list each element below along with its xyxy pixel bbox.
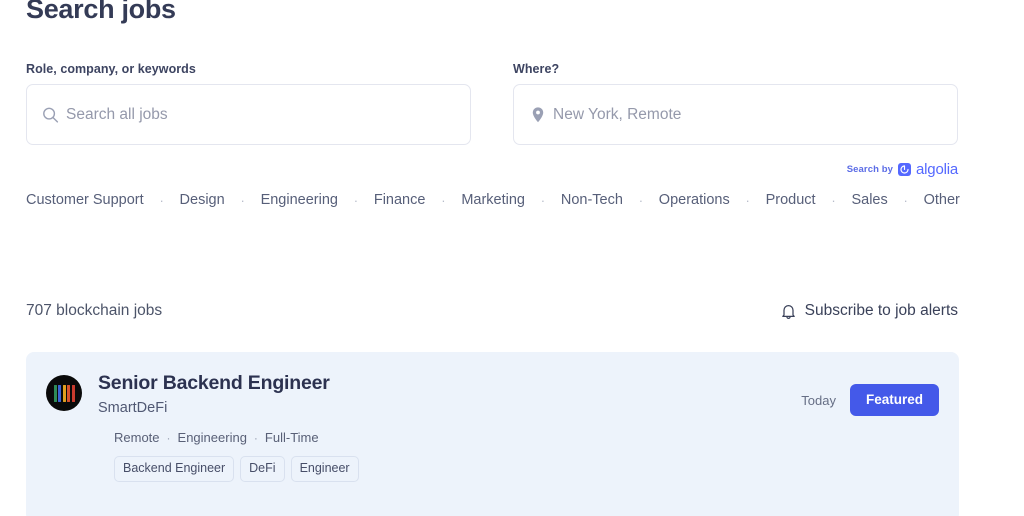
search-icon	[42, 106, 59, 123]
category-link-design[interactable]: Design	[180, 192, 225, 208]
subscribe-to-job-alerts-button[interactable]: Subscribe to job alerts	[781, 302, 958, 320]
job-tag-engineer[interactable]: Engineer	[290, 456, 359, 482]
category-separator: ·	[159, 192, 164, 208]
category-separator: ·	[638, 192, 644, 208]
category-separator: ·	[240, 192, 245, 208]
job-card-title-block: Senior Backend Engineer SmartDeFi	[98, 370, 801, 418]
job-card-actions: Today Featured	[801, 384, 939, 416]
location-field-group: Where?	[513, 62, 958, 145]
job-posted-date: Today	[801, 392, 836, 408]
keyword-field-group: Role, company, or keywords	[26, 62, 471, 145]
job-card-header: Senior Backend Engineer SmartDeFi Today …	[46, 370, 939, 418]
job-meta-row: Remote · Engineering · Full-Time	[114, 430, 939, 445]
category-links: Customer Support · Design · Engineering …	[26, 192, 960, 208]
job-meta-department: Engineering	[177, 430, 247, 445]
subscribe-label: Subscribe to job alerts	[804, 302, 958, 319]
smartdefi-logo-icon	[46, 375, 82, 411]
keyword-input-wrapper[interactable]	[26, 84, 471, 145]
job-tag-defi[interactable]: DeFi	[240, 456, 285, 482]
category-link-other[interactable]: Other	[924, 192, 960, 208]
algolia-prefix: Search by	[846, 163, 894, 175]
job-meta-location: Remote	[114, 430, 160, 445]
category-separator: ·	[831, 192, 836, 208]
category-link-engineering[interactable]: Engineering	[261, 192, 338, 208]
algolia-wordmark: algolia	[916, 160, 958, 178]
location-field-label: Where?	[513, 62, 560, 76]
search-form: Role, company, or keywords Where?	[26, 62, 958, 145]
category-link-operations[interactable]: Operations	[659, 192, 730, 208]
algolia-attribution[interactable]: Search by algolia	[847, 161, 958, 177]
job-tags: Backend Engineer DeFi Engineer	[114, 456, 939, 482]
keyword-field-label: Role, company, or keywords	[26, 62, 196, 76]
category-separator: ·	[540, 192, 546, 208]
job-meta-separator: ·	[253, 430, 258, 445]
algolia-mark-icon	[898, 162, 912, 176]
job-meta-type: Full-Time	[264, 430, 319, 445]
bell-icon	[781, 303, 796, 320]
search-jobs-page: Search jobs Role, company, or keywords W…	[0, 0, 1024, 516]
category-link-product[interactable]: Product	[766, 192, 816, 208]
category-link-finance[interactable]: Finance	[374, 192, 426, 208]
results-header: 707 blockchain jobs Subscribe to job ale…	[26, 302, 958, 320]
category-link-marketing[interactable]: Marketing	[461, 192, 525, 208]
job-title[interactable]: Senior Backend Engineer	[98, 370, 801, 396]
map-pin-icon	[529, 106, 546, 123]
job-card[interactable]: Senior Backend Engineer SmartDeFi Today …	[26, 352, 959, 516]
page-title: Search jobs	[26, 0, 176, 24]
location-input[interactable]	[553, 85, 957, 144]
category-separator: ·	[745, 192, 750, 208]
category-link-customer-support[interactable]: Customer Support	[26, 192, 144, 208]
category-link-non-tech[interactable]: Non-Tech	[561, 192, 623, 208]
category-separator: ·	[353, 192, 359, 208]
job-tag-backend-engineer[interactable]: Backend Engineer	[114, 456, 235, 482]
category-separator: ·	[441, 192, 446, 208]
job-meta-separator: ·	[166, 430, 171, 445]
category-separator: ·	[903, 192, 908, 208]
results-count: 707 blockchain jobs	[26, 302, 163, 319]
featured-badge[interactable]: Featured	[849, 384, 939, 416]
category-link-sales[interactable]: Sales	[851, 192, 887, 208]
location-input-wrapper[interactable]	[513, 84, 958, 145]
job-company[interactable]: SmartDeFi	[98, 399, 801, 418]
search-input[interactable]	[66, 85, 470, 144]
